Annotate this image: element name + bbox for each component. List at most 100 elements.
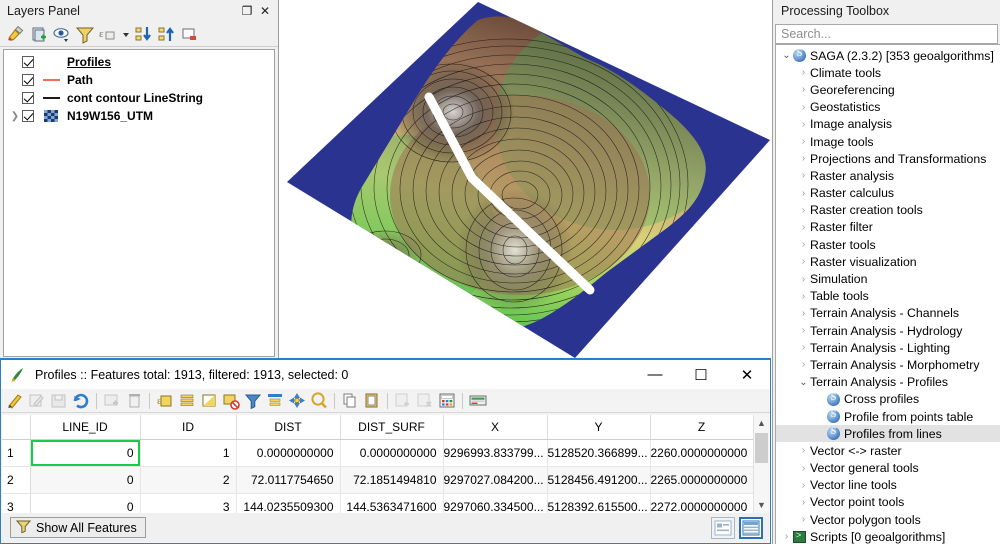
- table-cell-y[interactable]: 5128456.491200...: [547, 466, 651, 494]
- toolbox-item-terrain-analysis-hydrology[interactable]: › Terrain Analysis - Hydrology: [776, 322, 1000, 339]
- chevron-right-icon[interactable]: ›: [797, 102, 810, 113]
- form-view-toggle[interactable]: [711, 516, 735, 539]
- copy-selected-icon[interactable]: [340, 391, 360, 410]
- select-by-expression-icon[interactable]: ε: [155, 391, 175, 410]
- layers-tree[interactable]: Profiles Path cont contour LineString ❯: [3, 49, 275, 357]
- chevron-right-icon[interactable]: ›: [797, 480, 810, 491]
- chevron-right-icon[interactable]: ›: [797, 256, 810, 267]
- collapse-all-icon[interactable]: [156, 24, 178, 45]
- chevron-right-icon[interactable]: ›: [797, 170, 810, 181]
- toolbox-item-climate-tools[interactable]: › Climate tools: [776, 64, 1000, 81]
- undock-icon[interactable]: ❐: [238, 2, 256, 20]
- table-cell-line_id[interactable]: 0: [30, 493, 141, 513]
- toolbox-item-saga-2-3-2-353-geoalgorithms[interactable]: ⌄ SAGA (2.3.2) [353 geoalgorithms]: [776, 47, 1000, 64]
- remove-layer-icon[interactable]: [179, 24, 201, 45]
- layer-visibility-checkbox[interactable]: [22, 56, 34, 68]
- table-cell-dist[interactable]: 72.0117754650: [236, 466, 341, 494]
- chevron-right-icon[interactable]: ›: [797, 514, 810, 525]
- toolbox-item-profiles-from-lines[interactable]: Profiles from lines: [776, 425, 1000, 443]
- table-cell-id[interactable]: 2: [140, 466, 237, 494]
- column-header-y[interactable]: Y: [547, 415, 651, 440]
- chevron-right-icon[interactable]: ›: [797, 67, 810, 78]
- toolbox-item-scripts-0-geoalgorithms[interactable]: › Scripts [0 geoalgorithms]: [776, 528, 1000, 544]
- close-icon[interactable]: ✕: [256, 2, 274, 20]
- table-cell-x[interactable]: 9297060.334500...: [443, 493, 548, 513]
- row-number[interactable]: 1: [2, 439, 31, 467]
- chevron-right-icon[interactable]: ›: [797, 222, 810, 233]
- chevron-right-icon[interactable]: ›: [797, 239, 810, 250]
- toolbox-item-geostatistics[interactable]: › Geostatistics: [776, 99, 1000, 116]
- column-header-dist_surf[interactable]: DIST_SURF: [340, 415, 444, 440]
- chevron-right-icon[interactable]: ›: [797, 153, 810, 164]
- filter-selection-icon[interactable]: [243, 391, 263, 410]
- chevron-down-icon[interactable]: ⌄: [780, 50, 793, 61]
- attribute-table-grid[interactable]: LINE_ID ID DIST DIST_SURF X Y Z 1 0 1 0.000000000…: [2, 415, 769, 513]
- chevron-right-icon[interactable]: ›: [797, 308, 810, 319]
- close-button[interactable]: ✕: [724, 361, 770, 389]
- toolbox-item-terrain-analysis-lighting[interactable]: › Terrain Analysis - Lighting: [776, 339, 1000, 356]
- invert-selection-icon[interactable]: [199, 391, 219, 410]
- toolbox-item-georeferencing[interactable]: › Georeferencing: [776, 81, 1000, 98]
- select-all-icon[interactable]: [177, 391, 197, 410]
- toolbox-item-vector-general-tools[interactable]: › Vector general tools: [776, 460, 1000, 477]
- layer-visibility-checkbox[interactable]: [22, 74, 34, 86]
- layer-item-n19w156-utm[interactable]: ❯ N19W156_UTM: [4, 107, 274, 125]
- maximize-button[interactable]: ☐: [678, 361, 724, 389]
- filter-legend-by-expression-icon[interactable]: ε: [97, 24, 119, 45]
- table-cell-y[interactable]: 5128520.366899...: [547, 439, 651, 467]
- row-number[interactable]: 3: [2, 493, 31, 513]
- table-cell-x[interactable]: 9297027.084200...: [443, 466, 548, 494]
- toolbox-item-raster-tools[interactable]: › Raster tools: [776, 236, 1000, 253]
- table-row[interactable]: 1 0 1 0.0000000000 0.0000000000 9296993.83379…: [2, 439, 754, 467]
- layer-item-cont-contour-linestring[interactable]: cont contour LineString: [4, 89, 274, 107]
- toolbox-item-terrain-analysis-channels[interactable]: › Terrain Analysis - Channels: [776, 305, 1000, 322]
- show-all-features-button[interactable]: Show All Features: [10, 517, 146, 538]
- filter-legend-icon[interactable]: [74, 24, 96, 45]
- toolbox-item-raster-filter[interactable]: › Raster filter: [776, 219, 1000, 236]
- table-cell-z[interactable]: 2272.0000000000: [650, 493, 754, 513]
- chevron-down-icon[interactable]: [120, 24, 132, 45]
- chevron-right-icon[interactable]: ›: [797, 359, 810, 370]
- toolbox-item-vector-raster[interactable]: › Vector <-> raster: [776, 442, 1000, 459]
- layer-item-profiles[interactable]: Profiles: [4, 53, 274, 71]
- chevron-right-icon[interactable]: ›: [797, 136, 810, 147]
- layer-visibility-checkbox[interactable]: [22, 92, 34, 104]
- toolbox-item-raster-analysis[interactable]: › Raster analysis: [776, 167, 1000, 184]
- table-cell-dist_surf[interactable]: 0.0000000000: [340, 439, 444, 467]
- chevron-right-icon[interactable]: ›: [780, 531, 793, 542]
- toolbox-item-vector-point-tools[interactable]: › Vector point tools: [776, 494, 1000, 511]
- table-cell-dist[interactable]: 144.0235509300: [236, 493, 341, 513]
- conditional-formatting-icon[interactable]: [468, 391, 488, 410]
- column-header-x[interactable]: X: [443, 415, 548, 440]
- table-cell-line_id[interactable]: 0: [30, 439, 141, 467]
- chevron-right-icon[interactable]: ›: [797, 119, 810, 130]
- pan-to-selected-icon[interactable]: [287, 391, 307, 410]
- table-cell-dist_surf[interactable]: 144.5363471600: [340, 493, 444, 513]
- toolbox-item-cross-profiles[interactable]: Cross profiles: [776, 391, 1000, 408]
- table-cell-id[interactable]: 1: [140, 439, 237, 467]
- zoom-to-selected-icon[interactable]: [309, 391, 329, 410]
- toolbox-item-vector-line-tools[interactable]: › Vector line tools: [776, 477, 1000, 494]
- chevron-down-icon[interactable]: ⌄: [797, 377, 810, 388]
- column-header-id[interactable]: ID: [140, 415, 237, 440]
- column-header-z[interactable]: Z: [650, 415, 754, 440]
- table-cell-z[interactable]: 2265.0000000000: [650, 466, 754, 494]
- table-cell-dist[interactable]: 0.0000000000: [236, 439, 341, 467]
- scroll-down-icon[interactable]: ▼: [754, 497, 769, 513]
- add-group-icon[interactable]: [28, 24, 50, 45]
- chevron-right-icon[interactable]: ›: [797, 463, 810, 474]
- manage-layer-visibility-icon[interactable]: [51, 24, 73, 45]
- toolbox-item-terrain-analysis-profiles[interactable]: ⌄ Terrain Analysis - Profiles: [776, 374, 1000, 391]
- table-row[interactable]: 2 0 2 72.0117754650 72.1851494810 9297027.084…: [2, 466, 754, 494]
- table-row[interactable]: 3 0 3 144.0235509300 144.5363471600 9297060.3…: [2, 493, 754, 513]
- chevron-right-icon[interactable]: ›: [797, 84, 810, 95]
- column-header-dist[interactable]: DIST: [236, 415, 341, 440]
- column-header-line_id[interactable]: LINE_ID: [30, 415, 141, 440]
- expand-all-icon[interactable]: [133, 24, 155, 45]
- toolbox-item-raster-visualization[interactable]: › Raster visualization: [776, 253, 1000, 270]
- deselect-all-icon[interactable]: [221, 391, 241, 410]
- chevron-right-icon[interactable]: ›: [797, 205, 810, 216]
- chevron-right-icon[interactable]: ›: [797, 188, 810, 199]
- toolbox-item-image-tools[interactable]: › Image tools: [776, 133, 1000, 150]
- open-layer-styling-panel-icon[interactable]: [5, 24, 27, 45]
